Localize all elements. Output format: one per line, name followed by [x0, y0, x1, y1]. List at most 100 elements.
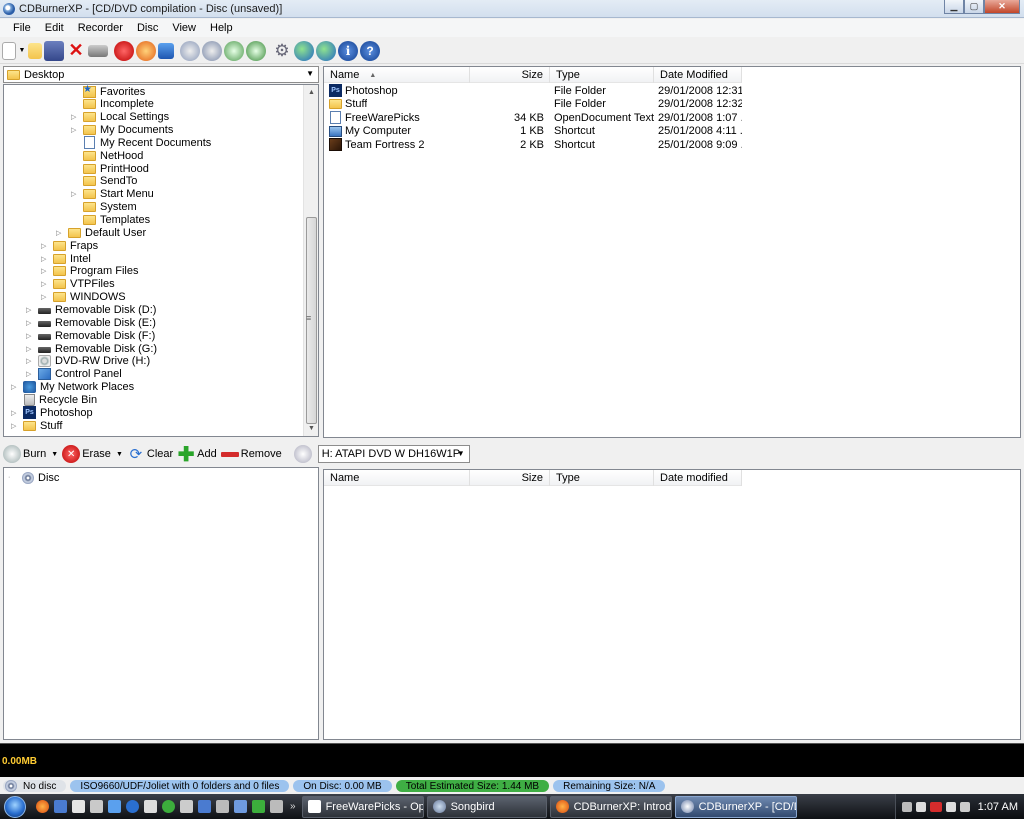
- start-button[interactable]: [0, 794, 30, 819]
- scroll-up-icon[interactable]: ▲: [304, 85, 318, 100]
- comp-column-size[interactable]: Size: [470, 470, 550, 486]
- chat-icon[interactable]: [144, 800, 157, 813]
- tool-icon[interactable]: [90, 800, 103, 813]
- tree-item[interactable]: ▷ Intel: [41, 252, 91, 265]
- tree-item[interactable]: ▷ Removable Disk (E:): [26, 316, 156, 329]
- monitor-icon[interactable]: [959, 801, 970, 812]
- tree-item[interactable]: NetHood: [83, 149, 143, 162]
- app-icon-5[interactable]: [270, 800, 283, 813]
- network-icon[interactable]: [901, 801, 912, 812]
- chevron-down-icon[interactable]: ▼: [306, 69, 314, 78]
- tree-item[interactable]: Incomplete: [83, 98, 154, 111]
- music-icon[interactable]: [72, 800, 85, 813]
- comp-column-type[interactable]: Type: [550, 470, 654, 486]
- erase-button[interactable]: ✕ Erase ▼: [62, 445, 123, 463]
- tree-item[interactable]: ▷ My Documents: [71, 124, 173, 137]
- tree-item[interactable]: ▷ Control Panel: [26, 368, 122, 381]
- task-songbird[interactable]: Songbird: [426, 795, 547, 818]
- app-icon-4[interactable]: [252, 800, 265, 813]
- expand-icon[interactable]: ▷: [26, 370, 31, 378]
- close-button[interactable]: ✕: [984, 0, 1020, 14]
- volume-icon[interactable]: [915, 801, 926, 812]
- menu-edit[interactable]: Edit: [38, 22, 71, 34]
- expand-icon[interactable]: ▷: [26, 357, 31, 365]
- file-row[interactable]: PsPhotoshop File Folder 29/01/2008 12:31..…: [324, 84, 742, 97]
- add-button[interactable]: ✚ Add: [177, 444, 217, 466]
- expand-icon[interactable]: ▷: [71, 190, 76, 198]
- disc-root-item[interactable]: · Disc: [8, 471, 59, 484]
- expand-icon[interactable]: ▷: [11, 383, 16, 391]
- app-icon-2[interactable]: [216, 800, 229, 813]
- stop-icon[interactable]: [114, 40, 134, 61]
- mail-icon[interactable]: [180, 800, 193, 813]
- tree-item[interactable]: System: [83, 201, 137, 214]
- new-compilation-icon[interactable]: [2, 41, 16, 60]
- burn-dropdown-icon[interactable]: ▼: [51, 451, 58, 458]
- burn-button[interactable]: Burn ▼: [3, 445, 58, 463]
- remove-button[interactable]: Remove: [220, 445, 282, 463]
- security-icon[interactable]: [945, 801, 956, 812]
- explorer-icon[interactable]: [108, 800, 121, 813]
- comp-column-date[interactable]: Date modified: [654, 470, 742, 486]
- load-icon[interactable]: [246, 40, 266, 61]
- expand-icon[interactable]: ▷: [41, 242, 46, 250]
- expand-icon[interactable]: ▷: [26, 332, 31, 340]
- expand-icon[interactable]: ▷: [71, 126, 76, 134]
- tree-item[interactable]: ▷ VTPFiles: [41, 278, 115, 291]
- expand-icon[interactable]: ▷: [41, 255, 46, 263]
- column-name[interactable]: Name ▲: [324, 67, 470, 83]
- eject-icon[interactable]: [224, 40, 244, 61]
- comp-column-name[interactable]: Name: [324, 470, 470, 486]
- tree-item[interactable]: ▷ Fraps: [41, 239, 98, 252]
- tree-item[interactable]: ▷ Program Files: [41, 265, 138, 278]
- xbox-icon[interactable]: [162, 800, 175, 813]
- globe-icon[interactable]: [294, 40, 314, 61]
- expand-icon[interactable]: ▷: [71, 113, 76, 121]
- scroll-down-icon[interactable]: ▼: [304, 421, 318, 436]
- gear-icon[interactable]: ⚙: [272, 41, 292, 61]
- column-type[interactable]: Type: [550, 67, 654, 83]
- drive-info-icon[interactable]: [202, 40, 222, 61]
- column-date[interactable]: Date Modified: [654, 67, 742, 83]
- tree-item[interactable]: ▷ Stuff: [11, 419, 62, 432]
- file-row[interactable]: Stuff File Folder 29/01/2008 12:32...: [324, 98, 742, 111]
- expand-icon[interactable]: ▷: [11, 422, 16, 430]
- media-icon[interactable]: [54, 800, 67, 813]
- file-row[interactable]: Team Fortress 2 2 KB Shortcut 25/01/2008 9:…: [324, 138, 742, 152]
- expand-icon[interactable]: ▷: [41, 267, 46, 275]
- tree-item[interactable]: ▷ Removable Disk (G:): [26, 342, 157, 355]
- menu-disc[interactable]: Disc: [130, 22, 165, 34]
- task-freewarepicks[interactable]: FreeWarePicks - Ope...: [301, 795, 424, 818]
- tree-item[interactable]: ▷ Ps Photoshop: [11, 406, 93, 420]
- tree-item[interactable]: ▷ Default User: [56, 226, 146, 239]
- clear-button[interactable]: ⟳ Clear: [127, 445, 174, 463]
- burn-disc-icon[interactable]: [136, 40, 156, 61]
- ie-icon[interactable]: [126, 800, 139, 813]
- menu-file[interactable]: File: [6, 22, 38, 34]
- info-icon[interactable]: i: [338, 40, 358, 61]
- ati-icon[interactable]: [929, 801, 942, 812]
- open-icon[interactable]: [28, 42, 42, 59]
- help-icon[interactable]: ?: [360, 40, 380, 61]
- clock[interactable]: 1:07 AM: [978, 801, 1018, 813]
- tree-item[interactable]: My Recent Documents: [83, 136, 211, 150]
- menu-help[interactable]: Help: [203, 22, 240, 34]
- firefox-icon[interactable]: [36, 800, 49, 813]
- task-cdburnerxp[interactable]: CDBurnerXP - [CD/D...: [674, 795, 797, 818]
- save-icon[interactable]: [44, 40, 64, 61]
- erase-dropdown-icon[interactable]: ▼: [116, 451, 123, 458]
- tree-scrollbar[interactable]: ▲ ≡ ▼: [303, 85, 318, 436]
- maximize-button[interactable]: ▢: [964, 0, 984, 14]
- tree-item[interactable]: Recycle Bin: [23, 393, 97, 406]
- menu-recorder[interactable]: Recorder: [71, 22, 130, 34]
- task-cdburnerxp-intro[interactable]: CDBurnerXP: Introdu...: [549, 795, 672, 818]
- delete-icon[interactable]: ✕: [66, 40, 86, 61]
- new-dropdown-icon[interactable]: ▼: [18, 41, 26, 61]
- tree-item[interactable]: ▷ DVD-RW Drive (H:): [26, 355, 150, 368]
- location-combo[interactable]: Desktop ▼: [3, 66, 319, 83]
- minimize-button[interactable]: ▁: [944, 0, 964, 14]
- print-icon[interactable]: [88, 44, 108, 57]
- expand-icon[interactable]: ▷: [56, 229, 61, 237]
- disc-info-icon[interactable]: [180, 40, 200, 61]
- expand-icon[interactable]: ▷: [26, 345, 31, 353]
